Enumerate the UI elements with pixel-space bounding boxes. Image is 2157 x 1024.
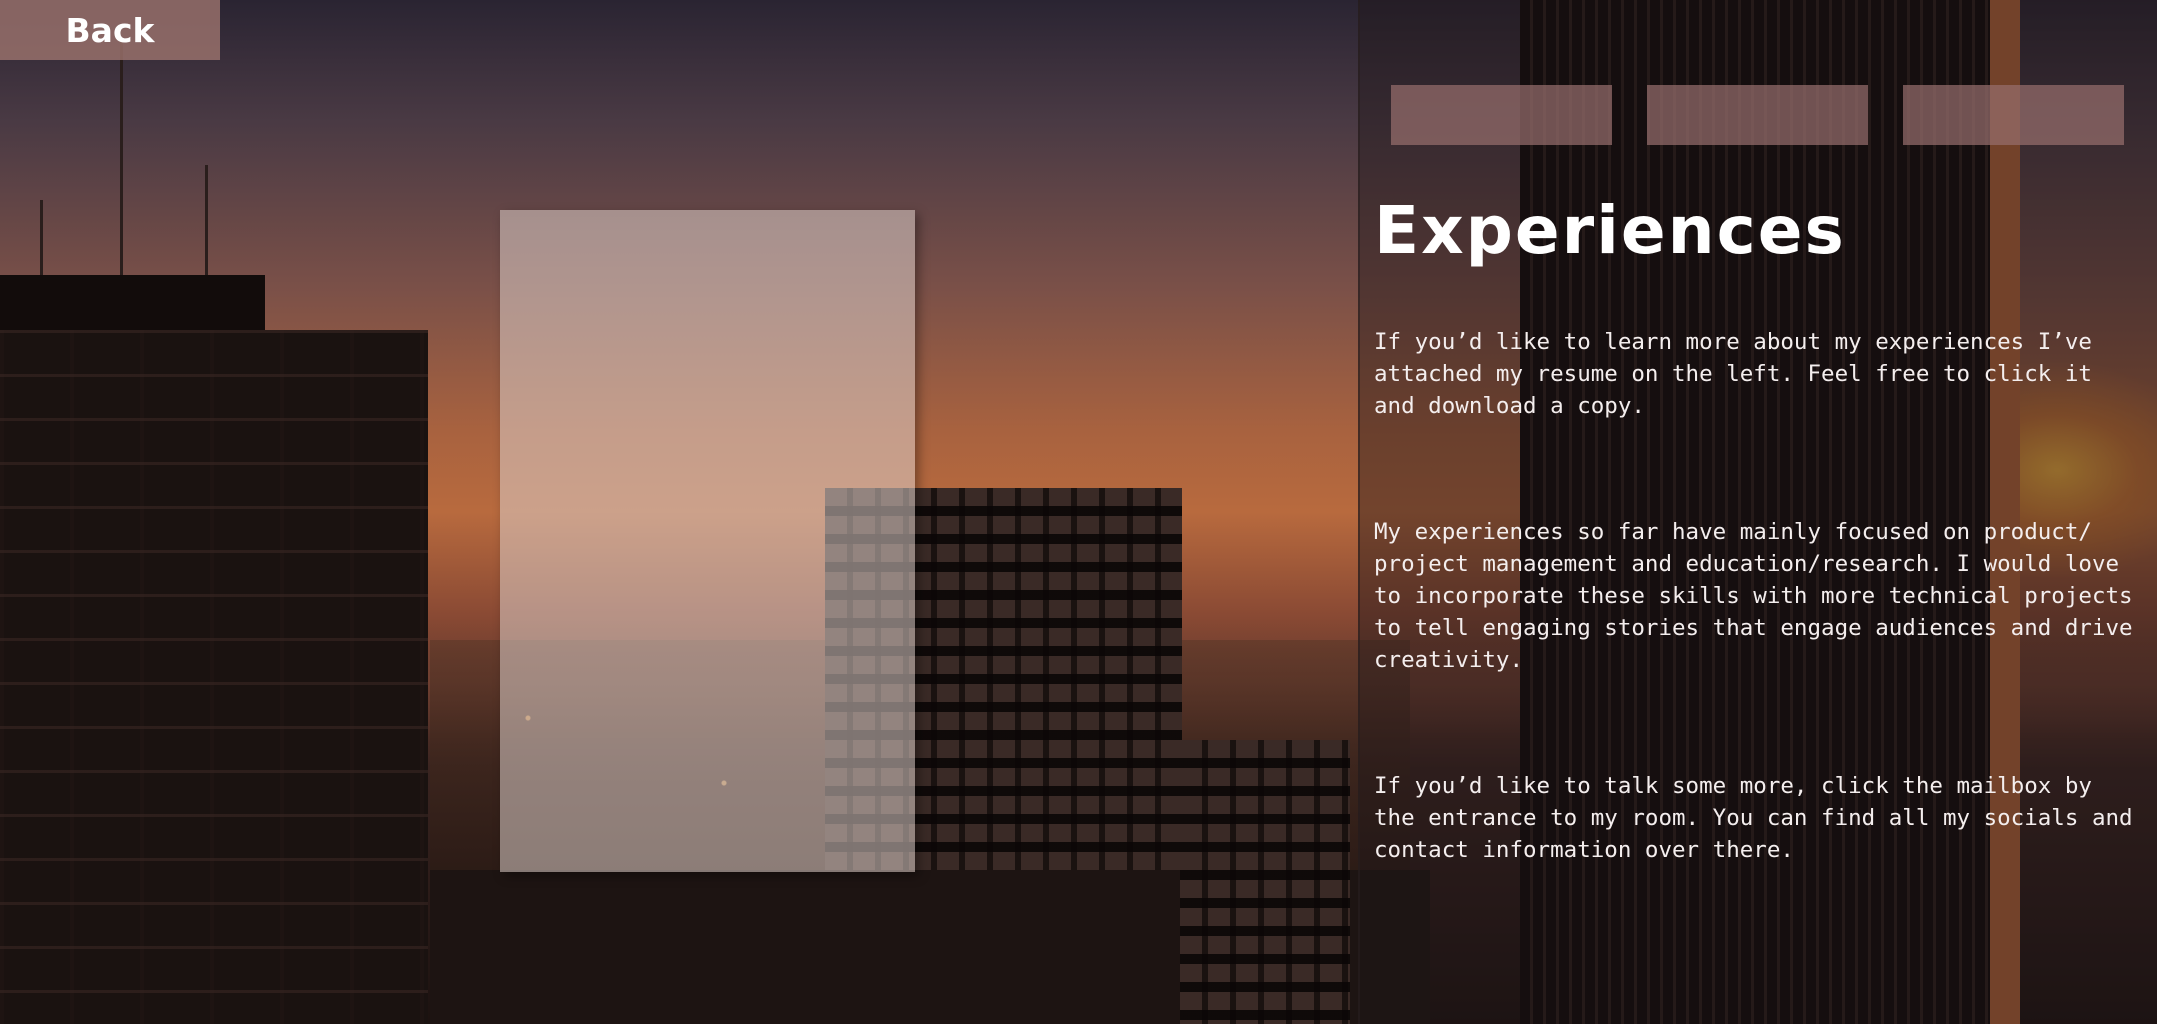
paragraph-resume-info: If you’d like to learn more about my exp… (1374, 329, 2092, 419)
paragraph-experience-summary: My experiences so far have mainly focuse… (1374, 519, 2133, 673)
building-left-tower (0, 330, 428, 1024)
content-panel (1358, 0, 2157, 1024)
antenna (205, 165, 208, 285)
back-button[interactable]: Back (0, 0, 220, 60)
nav-tab-1[interactable] (1391, 85, 1612, 145)
building-rooftop (0, 275, 160, 335)
page-title: Experiences (1374, 192, 1846, 269)
paragraph-contact-info: If you’d like to talk some more, click t… (1374, 773, 2133, 863)
building-small (1180, 740, 1350, 1024)
nav-tab-2[interactable] (1647, 85, 1868, 145)
nav-tab-3[interactable] (1903, 85, 2124, 145)
resume-card[interactable] (500, 210, 915, 872)
